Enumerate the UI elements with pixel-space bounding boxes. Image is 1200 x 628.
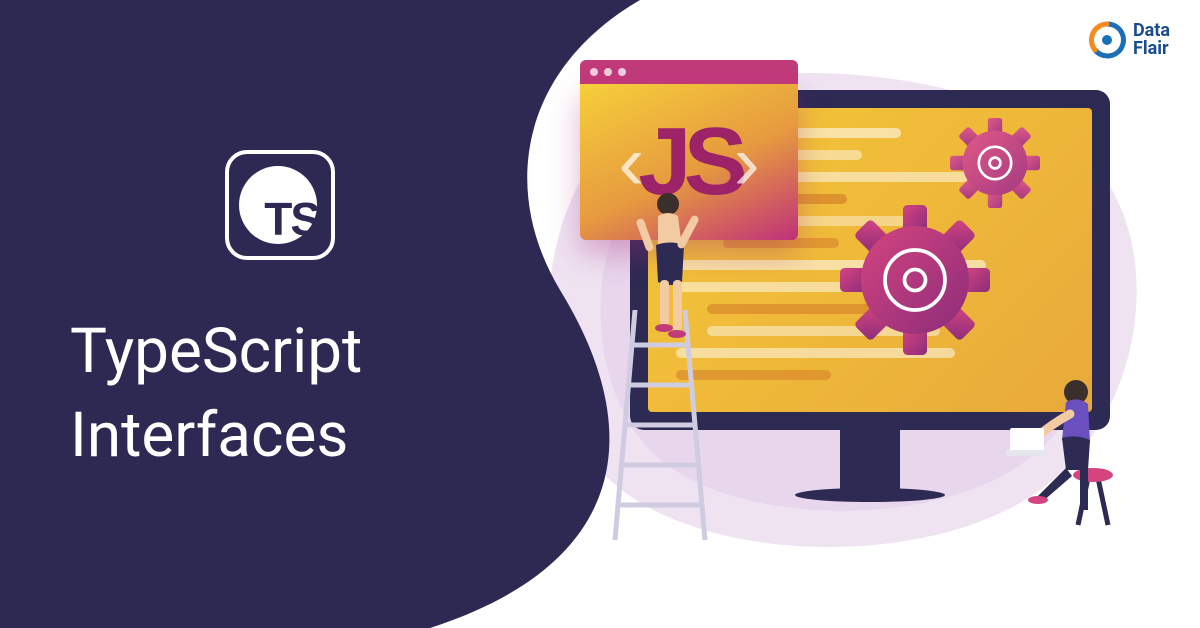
angle-right-icon: ›: [734, 117, 760, 208]
page-title: TypeScript Interfaces: [40, 310, 520, 477]
hero-content: TS TypeScript Interfaces: [0, 0, 520, 628]
typescript-logo-text: TS: [264, 192, 319, 246]
brand-logo: Data Flair: [1087, 20, 1170, 60]
brand-text: Data Flair: [1133, 22, 1170, 58]
js-window-titlebar: [580, 60, 798, 84]
person-standing: [636, 190, 706, 350]
window-control-icon: [604, 68, 612, 76]
title-line-1: TypeScript: [70, 315, 362, 388]
person-seated: [980, 370, 1140, 530]
gear-small-icon: [950, 118, 1040, 208]
window-control-icon: [590, 68, 598, 76]
title-line-2: Interfaces: [70, 399, 348, 472]
gear-large-icon: [840, 205, 990, 355]
typescript-logo-icon: TS: [225, 150, 335, 260]
hero-illustration: ‹ JS ›: [540, 0, 1200, 628]
window-control-icon: [618, 68, 626, 76]
monitor-stand: [840, 428, 900, 490]
brand-name-line2: Flair: [1133, 40, 1170, 58]
monitor-base: [795, 488, 945, 502]
brand-mark-icon: [1087, 20, 1127, 60]
